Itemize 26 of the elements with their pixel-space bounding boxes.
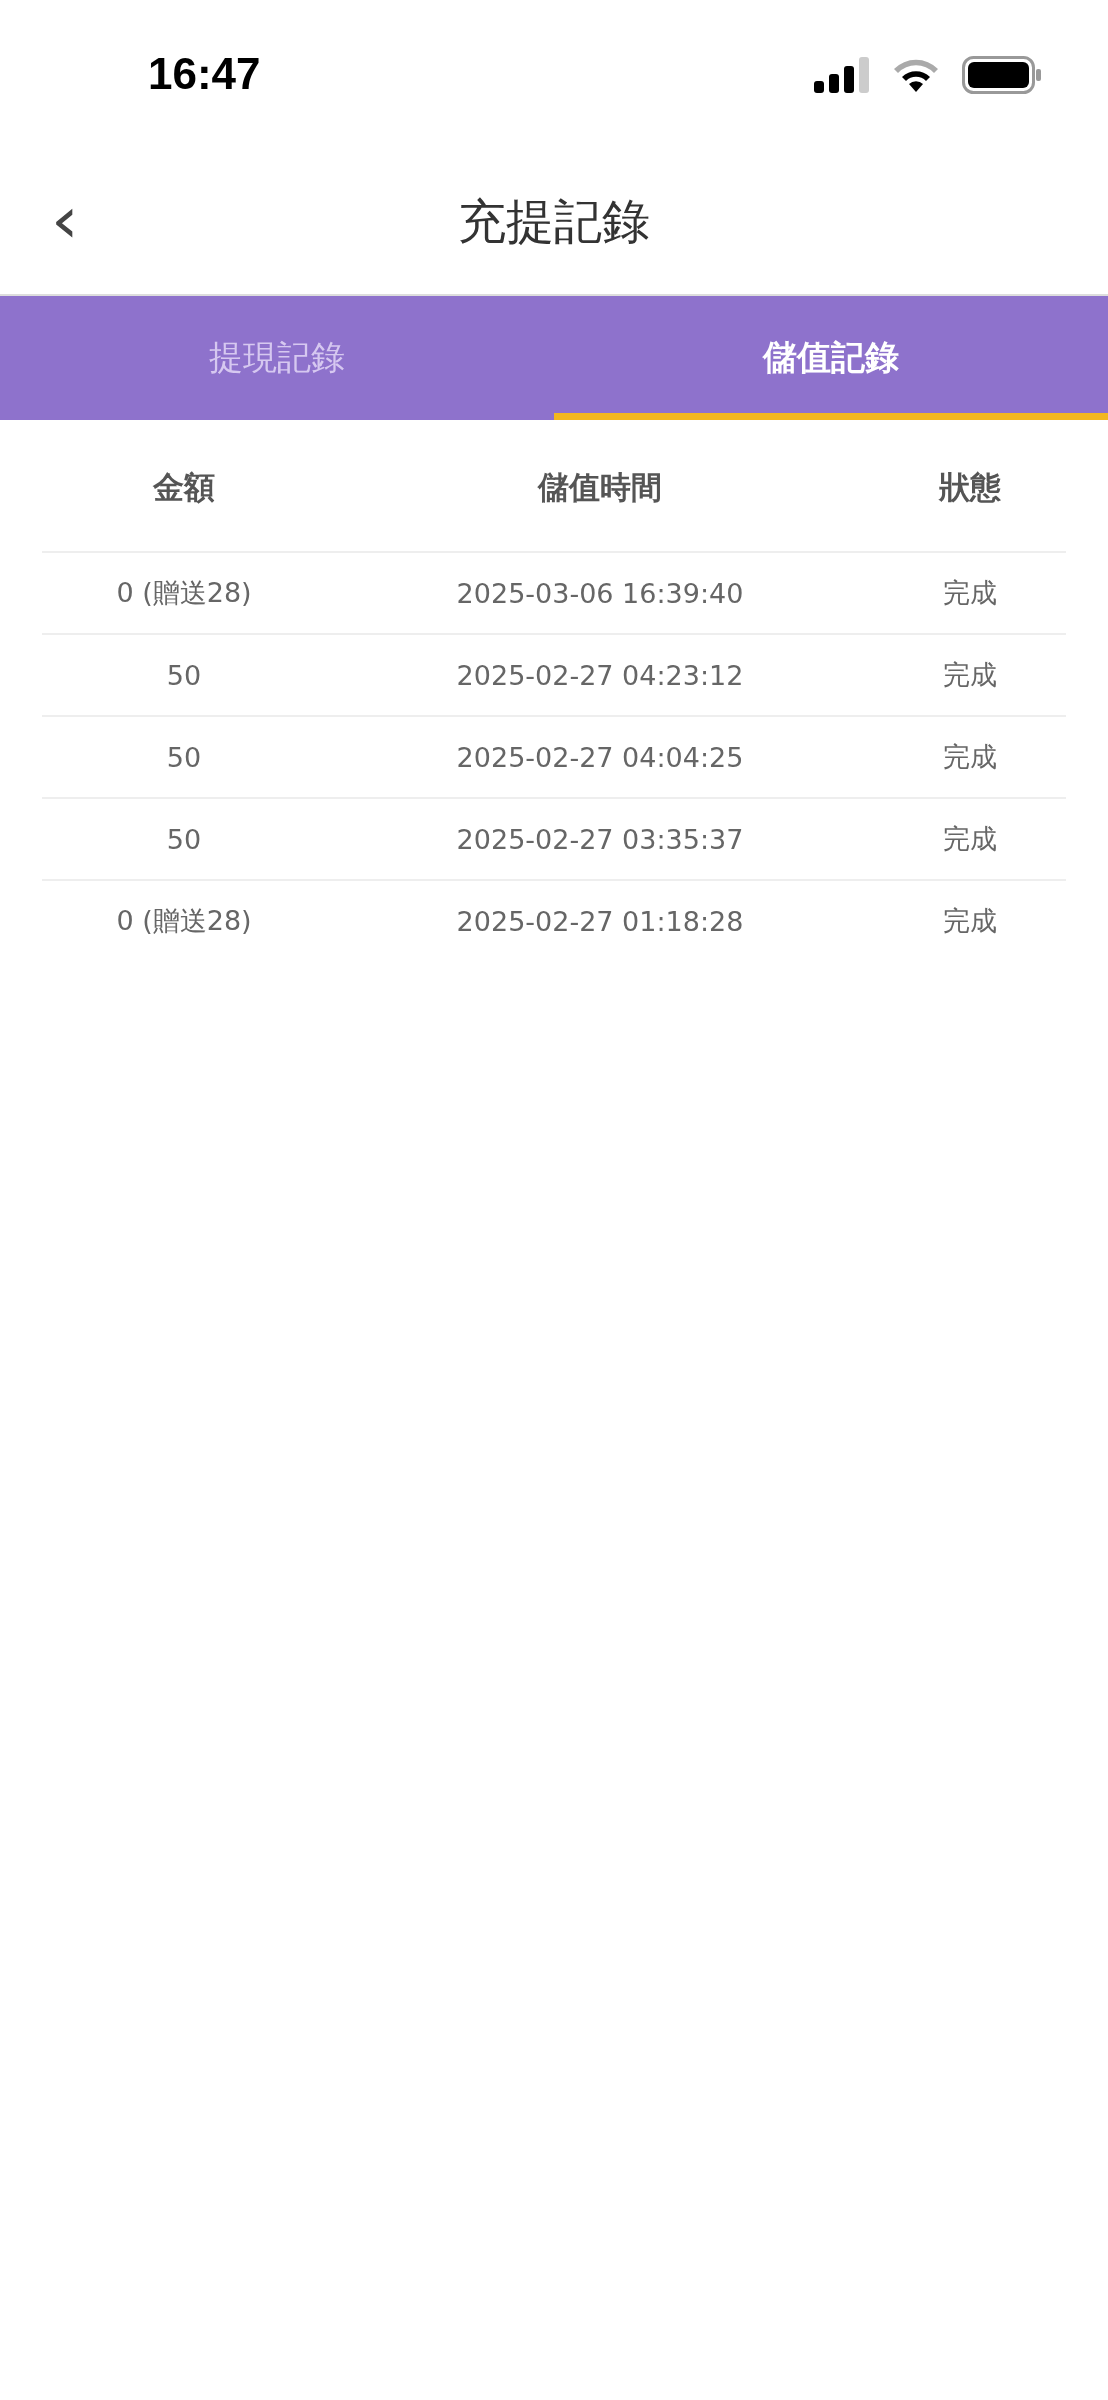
table-cell: 2025-03-06 16:39:40 — [456, 577, 744, 609]
page-title: 充提記錄 — [458, 192, 650, 251]
status-time: 16:47 — [148, 49, 261, 99]
table-cell: 50 — [166, 741, 202, 773]
column-header: 金額 — [153, 467, 215, 507]
table-cell-text: 完成 — [943, 822, 997, 856]
signal-icon — [814, 57, 870, 93]
table-cell-text: 0 (贈送28) — [116, 904, 252, 938]
table-cell: 50 — [166, 823, 202, 855]
wifi-icon — [892, 57, 940, 93]
column-header: 狀態 — [939, 467, 1001, 507]
battery-icon — [962, 56, 1042, 94]
table-cell: 2025-02-27 04:23:12 — [456, 659, 744, 691]
table-cell: 2025-02-27 01:18:28 — [456, 905, 744, 937]
table-cell-text: 0 (贈送28) — [116, 576, 252, 610]
column-header: 儲值時間 — [538, 467, 662, 507]
table-cell: 2025-02-27 04:04:25 — [456, 741, 744, 773]
table-cell-text: 完成 — [943, 740, 997, 774]
table-cell: 50 — [166, 659, 202, 691]
table-cell-text: 完成 — [943, 904, 997, 938]
tab[interactable]: 提現記錄 — [0, 296, 554, 420]
table-cell-text: 完成 — [943, 658, 997, 692]
back-button[interactable]: ‹ — [41, 180, 88, 260]
table-cell: 2025-02-27 03:35:37 — [456, 823, 744, 855]
table-cell-text: 完成 — [943, 576, 997, 610]
tab[interactable]: 儲值記錄 — [554, 296, 1108, 420]
